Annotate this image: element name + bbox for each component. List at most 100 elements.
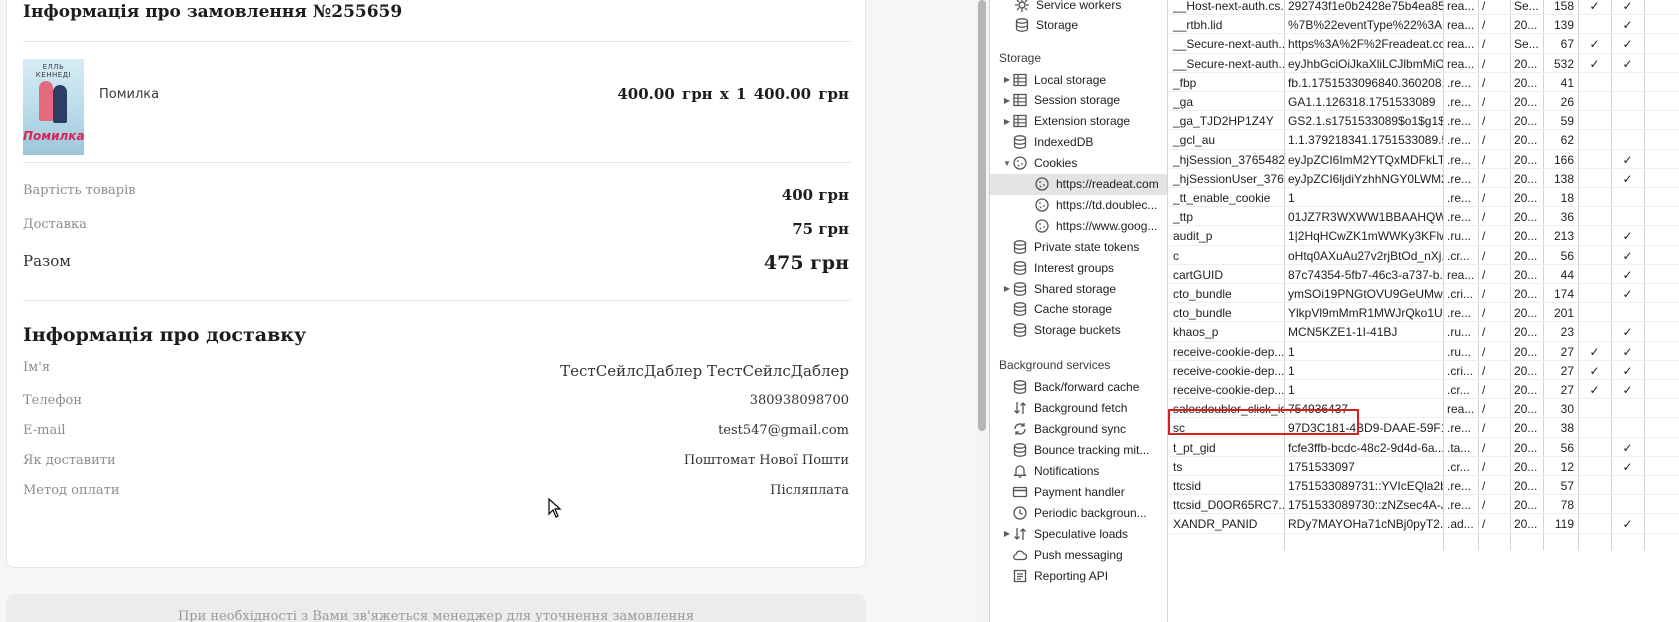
cookie-expires-cell[interactable]: 20... [1510,150,1543,170]
table-row[interactable]: receive-cookie-dep... 1 .cri.../20... 27 ✓ ✓ [1169,361,1679,381]
cookie-path-cell[interactable]: / [1478,438,1510,458]
cookie-expires-cell[interactable]: 20... [1510,15,1543,35]
cookie-httponly-cell[interactable]: ✓ [1578,34,1611,54]
cookie-name-cell[interactable]: XANDR_PANID [1169,514,1284,534]
cookie-value-cell[interactable]: 1 [1284,188,1443,208]
table-row[interactable]: _hjSession_3765482 eyJpZCI6ImM2YTQxMDFkLT… [1169,150,1679,170]
cookie-secure-cell[interactable]: ✓ [1611,150,1644,170]
table-row[interactable]: t_pt_gid fcfe3ffb-bcdc-48c2-9d4d-6a... .ta… [1169,438,1679,458]
cookie-path-cell[interactable]: / [1478,130,1510,150]
cookie-path-cell[interactable]: / [1478,514,1510,534]
cookie-name-cell[interactable]: _hjSession_3765482 [1169,150,1284,170]
cookie-httponly-cell[interactable]: ✓ [1578,0,1611,16]
cookie-path-cell[interactable]: / [1478,380,1510,400]
cookie-domain-cell[interactable]: rea... [1443,399,1478,419]
sidebar-item-session-storage[interactable]: ▶ Session storage [990,90,1167,111]
cookie-name-cell[interactable]: cto_bundle [1169,303,1284,323]
cookie-size-cell[interactable]: 213 [1543,226,1578,246]
sidebar-item-cache-storage[interactable]: Cache storage [990,299,1167,320]
cookie-name-cell[interactable]: receive-cookie-dep... [1169,361,1284,381]
cookie-secure-cell[interactable]: ✓ [1611,0,1644,16]
cookie-size-cell[interactable]: 119 [1543,514,1578,534]
cookie-size-cell[interactable]: 36 [1543,207,1578,227]
cookie-httponly-cell[interactable] [1578,476,1611,496]
sidebar-item-bounce-tracking-mit[interactable]: Bounce tracking mit... [990,439,1167,460]
table-row[interactable]: __rtbh.lid %7B%22eventType%22%3A... rea...… [1169,15,1679,35]
cookie-name-cell[interactable]: cartGUID [1169,265,1284,285]
cookie-path-cell[interactable]: / [1478,303,1510,323]
cookie-expires-cell[interactable]: 20... [1510,457,1543,477]
cookie-expires-cell[interactable]: 20... [1510,495,1543,515]
cookie-size-cell[interactable]: 27 [1543,380,1578,400]
table-row[interactable]: receive-cookie-dep... 1 .ru.../20... 27 ✓ ✓ [1169,342,1679,362]
cookie-size-cell[interactable]: 56 [1543,438,1578,458]
cookie-value-cell[interactable]: GA1.1.126318.1751533089 [1284,92,1443,112]
product-name[interactable]: Помилка [99,87,159,102]
table-row[interactable]: ts 1751533097 .cr.../20... 12 ✓ [1169,457,1679,477]
cookie-domain-cell[interactable]: .ru... [1443,226,1478,246]
sidebar-item-reporting-api[interactable]: Reporting API [990,565,1167,586]
cookie-secure-cell[interactable]: ✓ [1611,342,1644,362]
cookie-domain-cell[interactable]: .cr... [1443,246,1478,266]
cookie-value-cell[interactable]: https%3A%2F%2Freadeat.co... [1284,34,1443,54]
cookie-path-cell[interactable]: / [1478,92,1510,112]
cookie-size-cell[interactable]: 62 [1543,130,1578,150]
cookie-secure-cell[interactable] [1611,92,1644,112]
cookie-secure-cell[interactable]: ✓ [1611,265,1644,285]
cookie-httponly-cell[interactable] [1578,226,1611,246]
cookie-httponly-cell[interactable]: ✓ [1578,361,1611,381]
sidebar-item-https-readeat-com[interactable]: https://readeat.com [990,173,1167,195]
cookie-expires-cell[interactable]: 20... [1510,169,1543,189]
sidebar-item-storage[interactable]: Storage [990,15,1167,36]
cookie-name-cell[interactable]: _ga [1169,92,1284,112]
cookie-httponly-cell[interactable]: ✓ [1578,380,1611,400]
cookie-httponly-cell[interactable] [1578,150,1611,170]
cookie-value-cell[interactable]: MCN5KZE1-1I-41BJ [1284,322,1443,342]
table-row[interactable]: audit_p 1|2HqHCwZK1mWWKy3KFlw... .ru.../20… [1169,226,1679,246]
cookie-value-cell[interactable]: fb.1.1751533096840.360208... [1284,73,1443,93]
cookie-secure-cell[interactable] [1611,111,1644,131]
table-row[interactable]: cartGUID 87c74354-5fb7-46c3-a737-b... rea.… [1169,265,1679,285]
table-row[interactable]: khaos_p MCN5KZE1-1I-41BJ .ru.../20... 23 ✓ [1169,322,1679,342]
page-scrollbar-thumb[interactable] [978,0,986,431]
cookie-expires-cell[interactable]: 20... [1510,188,1543,208]
cookie-httponly-cell[interactable] [1578,188,1611,208]
cookie-domain-cell[interactable]: .cr... [1443,380,1478,400]
cookie-expires-cell[interactable]: 20... [1510,111,1543,131]
cookie-path-cell[interactable]: / [1478,361,1510,381]
table-row[interactable]: __Host-next-auth.cs... 292743f1e0b2428e75… [1169,0,1679,16]
cookie-value-cell[interactable]: YlkpVl9mMmR1MWJrQko1U... [1284,303,1443,323]
cookie-expires-cell[interactable]: 20... [1510,92,1543,112]
cookie-size-cell[interactable]: 139 [1543,15,1578,35]
chevron-right-icon[interactable]: ▶ [1002,75,1012,84]
cookie-expires-cell[interactable]: 20... [1510,207,1543,227]
cookie-value-cell[interactable]: RDy7MAYOHa71cNBj0pyT2... [1284,514,1443,534]
cookie-size-cell[interactable]: 44 [1543,265,1578,285]
table-row[interactable]: __Secure-next-auth.... https%3A%2F%2Fread… [1169,34,1679,54]
cookie-domain-cell[interactable]: .re... [1443,188,1478,208]
table-row[interactable]: _gcl_au 1.1.379218341.1751533089.5... .re.… [1169,130,1679,150]
cookie-name-cell[interactable]: __Host-next-auth.cs... [1169,0,1284,16]
cookie-expires-cell[interactable]: 20... [1510,226,1543,246]
sidebar-item-service-workers[interactable]: Service workers [990,0,1167,15]
cookie-expires-cell[interactable]: 20... [1510,342,1543,362]
cookie-size-cell[interactable]: 18 [1543,188,1578,208]
cookie-path-cell[interactable]: / [1478,54,1510,74]
sidebar-item-speculative-loads[interactable]: ▶ Speculative loads [990,523,1167,544]
cookie-name-cell[interactable]: _hjSessionUser_376... [1169,169,1284,189]
cookie-secure-cell[interactable] [1611,130,1644,150]
cookie-name-cell[interactable]: _tt_enable_cookie [1169,188,1284,208]
cookie-name-cell[interactable]: ts [1169,457,1284,477]
cookie-httponly-cell[interactable] [1578,457,1611,477]
cookie-path-cell[interactable]: / [1478,399,1510,419]
cookie-name-cell[interactable]: c [1169,246,1284,266]
cookie-size-cell[interactable]: 166 [1543,150,1578,170]
cookie-size-cell[interactable]: 41 [1543,73,1578,93]
table-row[interactable]: _fbp fb.1.1751533096840.360208... .re.../2… [1169,73,1679,93]
cookie-expires-cell[interactable]: 20... [1510,380,1543,400]
cookie-size-cell[interactable]: 27 [1543,361,1578,381]
cookie-expires-cell[interactable]: 20... [1510,476,1543,496]
cookie-path-cell[interactable]: / [1478,226,1510,246]
cookie-secure-cell[interactable]: ✓ [1611,15,1644,35]
sidebar-item-background-sync[interactable]: Background sync [990,418,1167,439]
